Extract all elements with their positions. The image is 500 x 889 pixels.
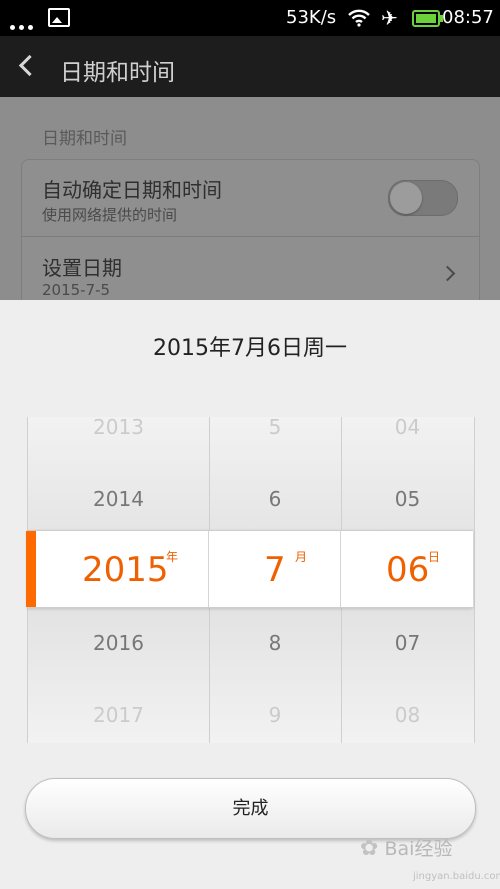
airplane-icon: ✈: [381, 6, 398, 30]
day-option[interactable]: 07: [341, 631, 474, 655]
day-option[interactable]: 08: [341, 703, 474, 727]
date-picker-dialog: 2015年7月6日周一 2013 2014 2016 2017 5 6 8 9 …: [0, 300, 500, 889]
month-unit-label: 月: [295, 550, 308, 564]
paw-icon: ✿: [360, 836, 379, 861]
set-date-title: 设置日期: [42, 256, 122, 280]
column-separator: [340, 531, 341, 607]
image-notification-icon: [48, 8, 70, 27]
day-option[interactable]: 04: [341, 415, 474, 439]
month-option[interactable]: 9: [209, 703, 341, 727]
clock: 08:57: [442, 7, 494, 28]
year-option[interactable]: 2013: [28, 415, 209, 439]
auto-datetime-title: 自动确定日期和时间: [42, 178, 222, 202]
back-icon[interactable]: [18, 54, 41, 77]
section-label: 日期和时间: [42, 129, 127, 149]
status-bar: 53K/s ✈ 08:57: [0, 0, 500, 36]
auto-datetime-subtitle: 使用网络提供的时间: [42, 206, 178, 224]
chevron-right-icon: [439, 265, 456, 282]
battery-icon: [412, 10, 443, 27]
day-option[interactable]: 05: [341, 487, 474, 511]
month-option[interactable]: 5: [209, 415, 341, 439]
year-option[interactable]: 2017: [28, 703, 209, 727]
selected-year[interactable]: 2015: [82, 550, 169, 590]
day-unit-label: 日: [428, 550, 441, 564]
divider: [22, 236, 479, 237]
auto-datetime-toggle[interactable]: [388, 180, 458, 216]
watermark-url: jingyan.baidu.com: [413, 871, 500, 882]
month-option[interactable]: 6: [209, 487, 341, 511]
selected-day[interactable]: 06: [386, 550, 429, 590]
page-title: 日期和时间: [60, 60, 175, 86]
selected-date-band: 2015 年 7 月 06 日: [26, 530, 473, 608]
column-separator: [208, 531, 209, 607]
done-button[interactable]: 完成: [25, 778, 476, 839]
watermark-text: Bai经验: [384, 838, 453, 860]
network-speed: 53K/s: [286, 7, 337, 28]
wifi-icon: [348, 9, 370, 27]
year-unit-label: 年: [166, 550, 179, 564]
settings-card: 自动确定日期和时间 使用网络提供的时间 设置日期 2015-7-5: [21, 159, 480, 321]
dialog-title: 2015年7月6日周一: [153, 336, 347, 361]
toggle-knob: [390, 182, 422, 214]
settings-content: 日期和时间 自动确定日期和时间 使用网络提供的时间 设置日期 2015-7-5: [0, 97, 500, 321]
set-date-value: 2015-7-5: [42, 281, 111, 299]
month-option[interactable]: 8: [209, 631, 341, 655]
selection-accent-bar: [26, 531, 36, 607]
more-dots-icon: [10, 15, 37, 34]
year-option[interactable]: 2014: [28, 487, 209, 511]
year-option[interactable]: 2016: [28, 631, 209, 655]
selected-month[interactable]: 7: [264, 550, 286, 590]
baidu-watermark: ✿ Bai经验: [360, 834, 452, 861]
title-bar: 日期和时间: [0, 36, 500, 97]
